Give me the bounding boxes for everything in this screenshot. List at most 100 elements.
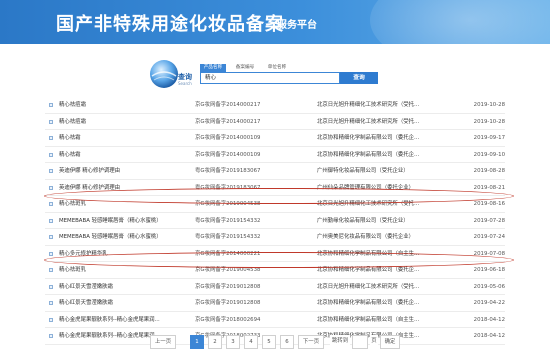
- company-name: 北京日光旭升精细化工技术研究所（受托...: [317, 118, 420, 125]
- record-code: 京G妆网备字2014000217: [195, 118, 261, 125]
- record-date: 2019-08-21: [473, 184, 505, 191]
- record-date: 2018-04-12: [473, 333, 505, 339]
- company-name: 北京协和精细化学制品有限公司（委托企...: [317, 300, 420, 306]
- product-name[interactable]: 精心祛斑乳: [59, 262, 209, 279]
- product-name[interactable]: 精心祛霜: [59, 147, 209, 164]
- record-date: 2019-07-28: [473, 217, 505, 224]
- list-item[interactable]: MEMEBABA 轻感睡眠唇膏（精心水蜜桃） 粤G妆网备字2019154332 …: [45, 213, 505, 230]
- tab-unit-name[interactable]: 单位名称: [264, 64, 290, 72]
- list-item[interactable]: 英迪伊娜 精心修护调理由 粤G妆网备字2019183067 广州仙朵品牌管理有限…: [45, 180, 505, 197]
- product-name[interactable]: 精心祛痘霜: [59, 97, 209, 114]
- list-bullet-icon: [49, 103, 53, 107]
- list-item[interactable]: 精心金虎尾果靓肤系列--精心金虎尾果润... 京G妆网备字2018002694 …: [45, 312, 505, 329]
- record-date: 2019-04-22: [473, 300, 505, 306]
- record-date: 2019-10-28: [473, 118, 505, 125]
- list-bullet-icon: [49, 334, 53, 338]
- list-bullet-icon: [49, 218, 53, 223]
- product-name[interactable]: 精心多元修护精华乳: [59, 246, 209, 263]
- page-5-button[interactable]: 5: [262, 335, 276, 349]
- site-title: 国产非特殊用途化妆品备案: [56, 14, 284, 35]
- confirm-jump-button[interactable]: 确定: [380, 335, 400, 349]
- product-name[interactable]: 英迪伊娜 精心修护调理由: [59, 180, 209, 197]
- tab-product-name[interactable]: 产品名称: [200, 64, 226, 72]
- list-bullet-icon: [49, 317, 53, 322]
- search-logo-subtext: Search: [178, 81, 192, 86]
- page-2-button[interactable]: 2: [208, 335, 222, 349]
- product-name[interactable]: 精心金虎尾果靓肤系列--精心金虎尾果润...: [59, 328, 209, 345]
- record-code: 粤G妆网备字2019154332: [195, 217, 261, 224]
- page-4-button[interactable]: 4: [244, 335, 258, 349]
- company-name: 北京协和精细化学制品有限公司（委托企...: [317, 135, 420, 141]
- banner-glow: [370, 0, 550, 44]
- page-1-button[interactable]: 1: [190, 335, 204, 349]
- search-button[interactable]: 查询: [340, 72, 378, 84]
- record-date: 2019-07-08: [473, 250, 505, 257]
- record-date: 2019-08-28: [473, 168, 505, 174]
- company-name: 广州御特化妆品有限公司（受托企业）: [317, 168, 409, 174]
- product-name[interactable]: 精心金虎尾果靓肤系列--精心金虎尾果润...: [59, 312, 209, 329]
- list-item[interactable]: 精心红景天雪滢嫩肤霜 京G妆网备字2019012808 北京日光旭升精细化工技术…: [45, 279, 505, 296]
- company-name: 北京协和精细化学制品有限公司（自主生...: [317, 250, 420, 257]
- company-name: 北京日光旭升精细化工技术研究所（受托...: [317, 283, 420, 290]
- record-code: 京G妆网备字2014000109: [195, 151, 261, 158]
- product-name[interactable]: 精心祛霜: [59, 130, 209, 147]
- record-code: 京G妆网备字2014000109: [195, 135, 261, 141]
- list-bullet-icon: [49, 301, 53, 305]
- record-date: 2018-04-12: [473, 316, 505, 323]
- list-bullet-icon: [49, 235, 53, 239]
- record-code: 京G妆网备字2014000221: [195, 250, 261, 257]
- page-3-button[interactable]: 3: [226, 335, 240, 349]
- product-name[interactable]: 精心祛斑乳: [59, 196, 209, 213]
- record-date: 2019-05-06: [473, 283, 505, 290]
- record-code: 粤G妆网备字2019183067: [195, 168, 261, 174]
- company-name: 北京协和精细化学制品有限公司（自主生...: [317, 316, 420, 323]
- list-item[interactable]: 精心祛痘霜 京G妆网备字2014000217 北京日光旭升精细化工技术研究所（受…: [45, 97, 505, 114]
- product-name[interactable]: 英迪伊娜 精心修护调理由: [59, 163, 209, 180]
- next-page-button[interactable]: 下一页: [298, 335, 324, 349]
- list-bullet-icon: [49, 284, 53, 289]
- record-code: 京G妆网备字2019012808: [195, 300, 261, 306]
- list-bullet-icon: [49, 251, 53, 256]
- list-bullet-icon: [49, 152, 53, 157]
- list-item[interactable]: 英迪伊娜 精心修护调理由 粤G妆网备字2019183067 广州御特化妆品有限公…: [45, 163, 505, 180]
- page-unit-label: 页: [370, 335, 378, 349]
- record-date: 2019-06-18: [473, 267, 505, 273]
- list-bullet-icon: [49, 185, 53, 190]
- list-item[interactable]: 精心祛霜 京G妆网备字2014000109 北京协和精细化学制品有限公司（委托企…: [45, 130, 505, 147]
- list-item[interactable]: 精心祛斑乳 京G妆网备字2019004538 北京日光旭升精细化工技术研究所（受…: [45, 196, 505, 213]
- product-name[interactable]: MEMEBABA 轻感睡眠唇膏（精心水蜜桃）: [59, 229, 209, 246]
- company-name: 广州奥美尼化妆品有限公司（委托企业）: [317, 234, 415, 240]
- product-name[interactable]: 精心祛痘霜: [59, 114, 209, 131]
- tab-record-number[interactable]: 备案编号: [232, 64, 258, 72]
- company-name: 北京协和精细化学制品有限公司（委托企...: [317, 151, 420, 158]
- list-item[interactable]: 精心红景天雪滢嫩肤霜 京G妆网备字2019012808 北京协和精细化学制品有限…: [45, 295, 505, 312]
- record-code: 京G妆网备字2014000217: [195, 102, 261, 108]
- company-name: 广州勤缘化妆品有限公司（受托企业）: [317, 217, 409, 224]
- company-name: 北京日光旭升精细化工技术研究所（受托...: [317, 102, 420, 108]
- jump-label: 跳转到: [330, 335, 350, 349]
- list-bullet-icon: [49, 119, 53, 124]
- prev-page-button[interactable]: 上一页: [150, 335, 176, 349]
- record-code: 京G妆网备字2019004538: [195, 201, 261, 207]
- company-name: 广州仙朵品牌管理有限公司（委托企业）: [317, 184, 415, 191]
- header-banner: 国产非特殊用途化妆品备案 服务平台: [0, 0, 550, 44]
- record-code: 粤G妆网备字2019154332: [195, 234, 261, 240]
- list-bullet-icon: [49, 202, 53, 206]
- list-item[interactable]: 精心祛痘霜 京G妆网备字2014000217 北京日光旭升精细化工技术研究所（受…: [45, 114, 505, 131]
- list-bullet-icon: [49, 169, 53, 173]
- record-date: 2019-08-16: [473, 201, 505, 207]
- list-bullet-icon: [49, 136, 53, 140]
- list-item[interactable]: 精心多元修护精华乳 京G妆网备字2014000221 北京协和精细化学制品有限公…: [45, 246, 505, 263]
- jump-page-input[interactable]: [352, 335, 368, 349]
- search-input[interactable]: 精心: [200, 72, 340, 84]
- product-name[interactable]: MEMEBABA 轻感睡眠唇膏（精心水蜜桃）: [59, 213, 209, 230]
- record-code: 京G妆网备字2019004538: [195, 267, 261, 273]
- product-name[interactable]: 精心红景天雪滢嫩肤霜: [59, 279, 209, 296]
- page-6-button[interactable]: 6: [280, 335, 294, 349]
- list-item[interactable]: 精心祛斑乳 京G妆网备字2019004538 北京协和精细化学制品有限公司（委托…: [45, 262, 505, 279]
- list-bullet-icon: [49, 268, 53, 272]
- product-name[interactable]: 精心红景天雪滢嫩肤霜: [59, 295, 209, 312]
- list-item[interactable]: MEMEBABA 轻感睡眠唇膏（精心水蜜桃） 粤G妆网备字2019154332 …: [45, 229, 505, 246]
- company-name: 北京协和精细化学制品有限公司（委托企...: [317, 267, 420, 273]
- list-item[interactable]: 精心祛霜 京G妆网备字2014000109 北京协和精细化学制品有限公司（委托企…: [45, 147, 505, 164]
